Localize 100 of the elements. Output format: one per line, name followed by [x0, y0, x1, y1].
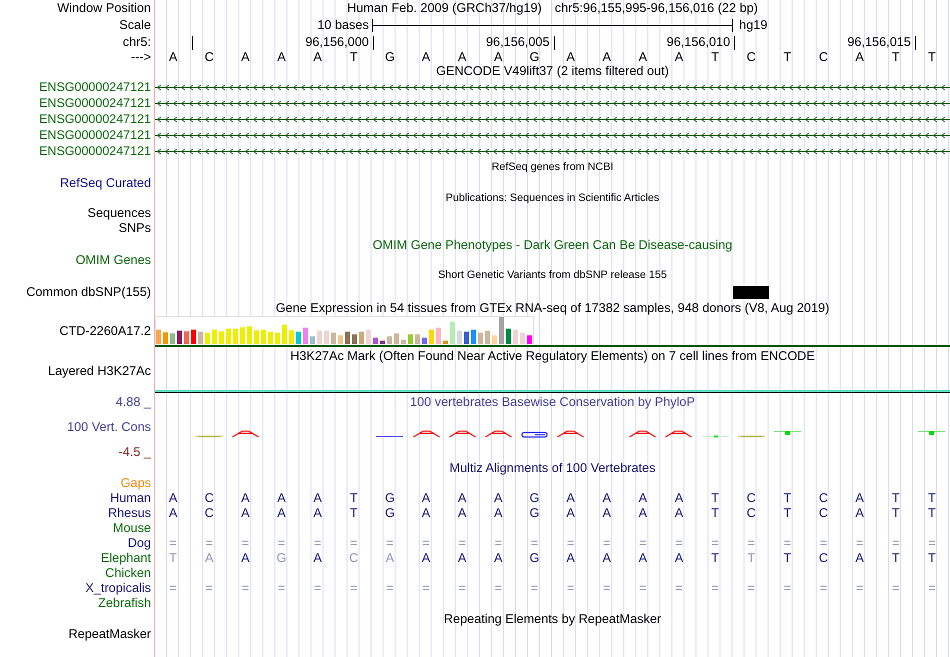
- conservation-peak-mark: [665, 430, 692, 438]
- axis-min-label: -4.5 _: [118, 446, 151, 459]
- alignment-char: A: [602, 507, 611, 520]
- alignment-char: A: [458, 552, 466, 565]
- track-title: H3K27Ac Mark (Often Found Near Active Regulatory Elements) on 7 cell lines from ENCODE: [290, 350, 815, 362]
- alignment-char: =: [314, 582, 322, 595]
- expression-bar: [275, 332, 280, 344]
- alignment-char: C: [204, 507, 214, 520]
- alignment-char: T: [169, 552, 177, 565]
- alignment-char: =: [530, 582, 538, 595]
- track-title: Multiz Alignments of 100 Vertebrates: [450, 462, 656, 475]
- alignment-char: A: [566, 492, 575, 505]
- alignment-char: =: [422, 582, 430, 595]
- alignment-char: A: [638, 507, 648, 520]
- alignment-char: A: [241, 552, 250, 565]
- track-label: OMIM Genes: [76, 254, 151, 267]
- alignment-char: =: [675, 582, 683, 595]
- alignment-char: =: [566, 537, 574, 550]
- alignment-char: A: [277, 492, 286, 505]
- track-title: RefSeq genes from NCBI: [492, 160, 614, 174]
- expression-bar: [513, 330, 518, 344]
- alignment-char: =: [784, 582, 792, 595]
- expression-bar: [345, 332, 350, 344]
- alignment-char: T: [784, 507, 792, 520]
- track-title: GENCODE V49lift37 (2 items filtered out): [436, 65, 669, 78]
- base-letter: G: [384, 50, 395, 64]
- expression-bar: [450, 322, 455, 344]
- alignment-char: =: [350, 537, 358, 550]
- alignment-char: G: [529, 552, 540, 565]
- track-label: CTD-2260A17.2: [59, 325, 151, 338]
- species-label: Chicken: [105, 567, 151, 580]
- alignment-char: =: [892, 537, 900, 550]
- expression-bar: [352, 334, 357, 344]
- alignment-char: A: [422, 507, 430, 520]
- window-position-label: Window Position: [57, 2, 151, 15]
- expression-bar: [485, 330, 490, 344]
- track-title: OMIM Gene Phenotypes - Dark Green Can Be Disease-causing: [372, 238, 732, 252]
- conservation-loop-mark: [520, 430, 548, 438]
- base-letter: T: [892, 50, 900, 64]
- alignment-char: C: [818, 492, 828, 505]
- alignment-char: A: [313, 507, 322, 520]
- alignment-char: A: [602, 552, 611, 565]
- track-label: RepeatMasker: [68, 628, 151, 640]
- alignment-char: A: [168, 507, 178, 520]
- position-range-text: chr5:96,155,995-96,156,016 (22 bp): [554, 2, 758, 15]
- alignment-char: =: [711, 537, 719, 550]
- alignment-char: A: [386, 552, 394, 565]
- expression-bar: [387, 336, 392, 344]
- alignment-char: =: [169, 537, 177, 550]
- alignment-char: =: [711, 582, 719, 595]
- alignment-char: T: [928, 552, 936, 565]
- expression-bar: [282, 324, 287, 344]
- alignment-char: A: [674, 507, 684, 520]
- alignment-char: G: [384, 492, 395, 505]
- alignment-char: =: [530, 537, 538, 550]
- ruler-tick-label: 96,156,005: [486, 36, 550, 48]
- expression-bar: [506, 328, 511, 344]
- expression-bar: [184, 331, 189, 344]
- expression-bar: [359, 332, 364, 344]
- scale-label: Scale: [119, 19, 151, 32]
- species-label: Dog: [128, 537, 151, 550]
- expression-bar: [240, 327, 245, 344]
- base-letter: C: [204, 50, 214, 64]
- gene-label: ENSG00000247121: [39, 112, 151, 126]
- alignment-char: C: [204, 492, 214, 505]
- expression-bar: [268, 332, 273, 344]
- gene-label: ENSG00000247121: [39, 128, 151, 142]
- expression-bar: [436, 328, 441, 344]
- conservation-peak-mark: [484, 430, 512, 438]
- expression-bar: [338, 335, 343, 344]
- expression-bar: [527, 335, 532, 344]
- alignment-char: A: [566, 552, 575, 565]
- expression-bar: [373, 338, 378, 344]
- conservation-bar-mark: [774, 430, 801, 438]
- alignment-char: A: [241, 492, 250, 505]
- axis-max-label: 4.88 _: [116, 396, 151, 408]
- alignment-char: A: [458, 492, 466, 505]
- alignment-char: =: [602, 537, 610, 550]
- alignment-char: C: [746, 507, 756, 520]
- track-label: 100 Vert. Cons: [67, 421, 151, 434]
- conservation-peak-mark: [232, 430, 259, 438]
- conservation-bar-mark: [918, 430, 946, 438]
- alignment-char: T: [711, 552, 719, 565]
- alignment-char: A: [313, 492, 322, 505]
- alignment-char: =: [350, 582, 358, 595]
- expression-bar: [317, 330, 322, 344]
- conservation-peak-mark: [629, 430, 656, 438]
- expression-bar: [212, 330, 217, 344]
- strand-direction-label: --->: [130, 50, 151, 64]
- alignment-char: =: [386, 537, 394, 550]
- alignment-char: =: [314, 537, 322, 550]
- expression-bar: [394, 333, 399, 344]
- alignment-char: A: [566, 507, 575, 520]
- variant-block: [733, 286, 770, 298]
- base-letter: A: [277, 50, 286, 64]
- alignment-char: G: [384, 507, 395, 520]
- alignment-char: A: [277, 507, 286, 520]
- scale-length-label: 10 bases: [317, 19, 370, 32]
- alignment-char: G: [276, 552, 286, 565]
- conservation-peak-mark: [448, 430, 476, 438]
